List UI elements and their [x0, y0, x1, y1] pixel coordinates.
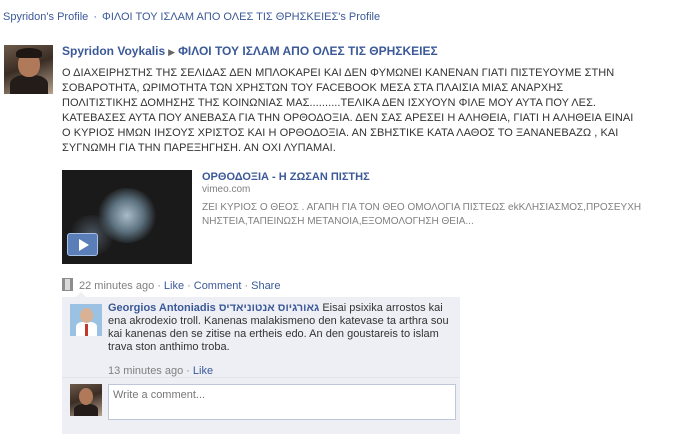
attachment-title[interactable]: ΟΡΘΟΔΟΞΙΑ - Η ΖΩΣΑΝ ΠΙΣΤΗΣ	[202, 171, 370, 183]
comment-author-link[interactable]: Georgios Antoniadis גאורגיוס אנטוניאדיס	[108, 302, 319, 314]
like-link[interactable]: Like	[164, 280, 184, 292]
comment-link[interactable]: Comment	[194, 280, 242, 292]
post-text-line: ΣΥΓΝΩΜΗ ΓΙΑ ΤΗΝ ΠΑΡΕΞΗΓΗΣΗ. ΑΝ ΟΧΙ ΛΥΠΑΜ…	[62, 142, 336, 154]
author-avatar[interactable]	[4, 45, 53, 94]
meta-separator: ·	[187, 280, 191, 292]
share-link[interactable]: Share	[251, 280, 280, 292]
comments-section: Georgios Antoniadis גאורגיוס אנטוניאדיס …	[62, 292, 460, 435]
play-icon[interactable]	[67, 233, 98, 256]
post-text-line: Ο ΚΥΡΙΟΣ ΗΜΩΝ ΙΗΣΟΥΣ ΧΡΙΣΤΟΣ ΚΑΙ Η ΟΡΘΟΔ…	[62, 127, 619, 139]
video-thumbnail[interactable]	[62, 170, 192, 264]
comment-like-link[interactable]: Like	[193, 365, 213, 377]
reply-row: Write a comment...	[62, 377, 460, 435]
post: Spyridon Voykalis ▶ ΦΙΛΟΙ ΤΟΥ ΙΣΛΑΜ ΑΠΟ ΟΛ…	[62, 44, 682, 156]
comment-timestamp: 13 minutes ago	[108, 365, 184, 377]
post-text-line: ΠΟΛΙΤΙΣΤΙΚΗΣ ΔΟΜΗΣΗΣ ΤΗΣ ΚΟΙΝΩΝΙΑΣ ΜΑΣ..…	[62, 97, 597, 109]
current-user-avatar	[70, 384, 102, 416]
post-target-link[interactable]: ΦΙΛΟΙ ΤΟΥ ΙΣΛΑΜ ΑΠΟ ΟΛΕΣ ΤΙΣ ΘΡΗΣΚΕΙΕΣ	[178, 44, 438, 58]
video-attachment: ΟΡΘΟΔΟΞΙΑ - Η ΖΩΣΑΝ ΠΙΣΤΗΣ vimeo.com ΖΕΙ…	[62, 170, 682, 265]
comment-meta: 13 minutes ago · Like	[108, 365, 213, 377]
comment-body: Georgios Antoniadis גאורגיוס אנטוניאדיס …	[108, 302, 456, 354]
breadcrumb: Spyridon's Profile · ΦΙΛΟΙ ΤΟΥ ΙΣΛΑΜ ΑΠΟ…	[3, 11, 380, 23]
meta-separator: ·	[186, 365, 190, 377]
commenter-avatar[interactable]	[70, 304, 102, 336]
post-text-line: ΣΟΒΑΡΟΤΗΤΑ, ΩΡΙΜΟΤΗΤΑ ΤΩΝ ΧΡΗΣΤΩΝ ΤΟΥ FA…	[62, 82, 564, 94]
post-author-link[interactable]: Spyridon Voykalis	[62, 44, 165, 58]
film-icon	[62, 278, 73, 291]
post-meta: 22 minutes ago · Like · Comment · Share	[62, 278, 280, 292]
post-header: Spyridon Voykalis ▶ ΦΙΛΟΙ ΤΟΥ ΙΣΛΑΜ ΑΠΟ ΟΛ…	[62, 44, 682, 60]
attachment-source: vimeo.com	[202, 184, 251, 195]
attachment-description-line: ΖΕΙ ΚΥΡΙΟΣ Ο ΘΕΟΣ . ΑΓΑΠΗ ΓΙΑ ΤΟΝ ΘΕΟ ΟΜ…	[202, 202, 642, 213]
post-text: Ο ΔΙΑΧΕΙΡΗΣΤΗΣ ΤΗΣ ΣΕΛΙΔΑΣ ΔΕΝ ΜΠΛΟΚΑΡΕΙ…	[62, 66, 688, 156]
meta-separator: ·	[157, 280, 161, 292]
breadcrumb-separator: ·	[93, 11, 97, 23]
post-timestamp: 22 minutes ago	[79, 280, 155, 292]
breadcrumb-profile-link[interactable]: Spyridon's Profile	[3, 11, 88, 23]
comment-input[interactable]: Write a comment...	[108, 384, 456, 420]
meta-separator: ·	[244, 280, 249, 292]
triangle-right-icon: ▶	[168, 47, 176, 57]
breadcrumb-page-link[interactable]: ΦΙΛΟΙ ΤΟΥ ΙΣΛΑΜ ΑΠΟ ΟΛΕΣ ΤΙΣ ΘΡΗΣΚΕΙΕΣ's…	[102, 11, 380, 23]
post-text-line: ΚΑΤΕΒΑΣΕΣ ΑΥΤΑ ΠΟΥ ΑΝΕΒΑΣΑ ΓΙΑ ΤΗΝ ΟΡΘΟΔ…	[62, 112, 634, 124]
attachment-description: ΖΕΙ ΚΥΡΙΟΣ Ο ΘΕΟΣ . ΑΓΑΠΗ ΓΙΑ ΤΟΝ ΘΕΟ ΟΜ…	[202, 201, 682, 229]
post-text-line: Ο ΔΙΑΧΕΙΡΗΣΤΗΣ ΤΗΣ ΣΕΛΙΔΑΣ ΔΕΝ ΜΠΛΟΚΑΡΕΙ…	[62, 67, 615, 79]
attachment-description-line: ΝΗΣΤΕΙΑ,ΤΑΠΕΙΝΩΣΗ ΜΕΤΑΝΟΙΑ,ΕΞΟΜΟΛΟΓΗΣΗ Θ…	[202, 216, 474, 227]
